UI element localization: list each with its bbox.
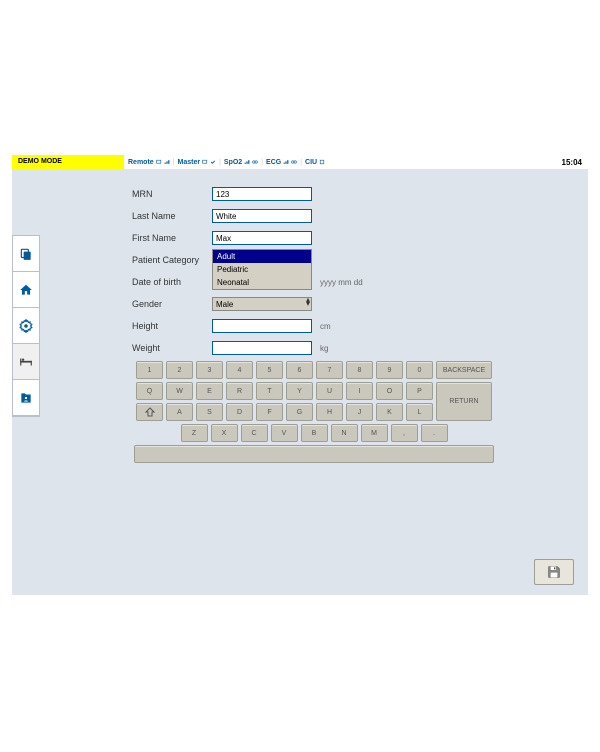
- key-return[interactable]: RETURN: [436, 382, 492, 421]
- key-3[interactable]: 3: [196, 361, 223, 379]
- key-x[interactable]: X: [211, 424, 238, 442]
- key-i[interactable]: I: [346, 382, 373, 400]
- key-w[interactable]: W: [166, 382, 193, 400]
- key-e[interactable]: E: [196, 382, 223, 400]
- key-l[interactable]: L: [406, 403, 433, 421]
- top-bar: DEMO MODE Remote | Master | SpO2 | ECG |…: [12, 155, 588, 169]
- key-y[interactable]: Y: [286, 382, 313, 400]
- mrn-label: MRN: [132, 189, 212, 199]
- key-r[interactable]: R: [226, 382, 253, 400]
- sidebar-home[interactable]: [13, 272, 39, 308]
- key-d[interactable]: D: [226, 403, 253, 421]
- key-8[interactable]: 8: [346, 361, 373, 379]
- key-0[interactable]: 0: [406, 361, 433, 379]
- key-t[interactable]: T: [256, 382, 283, 400]
- key-comma[interactable]: ,: [391, 424, 418, 442]
- sidebar: [12, 235, 40, 417]
- key-m[interactable]: M: [361, 424, 388, 442]
- key-g[interactable]: G: [286, 403, 313, 421]
- status-remote[interactable]: Remote: [128, 159, 170, 166]
- key-2[interactable]: 2: [166, 361, 193, 379]
- key-h[interactable]: H: [316, 403, 343, 421]
- category-option-adult[interactable]: Adult: [213, 250, 311, 263]
- save-icon: [546, 564, 562, 580]
- sidebar-settings[interactable]: [13, 308, 39, 344]
- key-4[interactable]: 4: [226, 361, 253, 379]
- demo-mode-badge: DEMO MODE: [12, 155, 124, 169]
- on-screen-keyboard: 1 2 3 4 5 6 7 8 9 0 BACKSPACE Q W E R T …: [80, 361, 548, 466]
- first-name-input[interactable]: [212, 231, 312, 245]
- chevron-updown-icon: ▴▾: [306, 298, 310, 306]
- mrn-input[interactable]: [212, 187, 312, 201]
- gender-label: Gender: [132, 299, 212, 309]
- last-name-label: Last Name: [132, 211, 212, 221]
- sidebar-bed[interactable]: [13, 344, 39, 380]
- dob-hint: yyyy mm dd: [320, 278, 363, 287]
- height-input[interactable]: [212, 319, 312, 333]
- status-bar: Remote | Master | SpO2 | ECG | CIU: [124, 155, 556, 169]
- weight-unit: kg: [320, 344, 328, 353]
- key-b[interactable]: B: [301, 424, 328, 442]
- key-q[interactable]: Q: [136, 382, 163, 400]
- weight-label: Weight: [132, 343, 212, 353]
- key-period[interactable]: .: [421, 424, 448, 442]
- key-v[interactable]: V: [271, 424, 298, 442]
- dob-label: Date of birth: [132, 277, 212, 287]
- sidebar-patient[interactable]: [13, 380, 39, 416]
- key-z[interactable]: Z: [181, 424, 208, 442]
- gender-select[interactable]: [212, 297, 312, 311]
- height-label: Height: [132, 321, 212, 331]
- first-name-label: First Name: [132, 233, 212, 243]
- key-c[interactable]: C: [241, 424, 268, 442]
- key-shift[interactable]: [136, 403, 163, 421]
- key-7[interactable]: 7: [316, 361, 343, 379]
- key-s[interactable]: S: [196, 403, 223, 421]
- weight-input[interactable]: [212, 341, 312, 355]
- sidebar-copy[interactable]: [13, 236, 39, 272]
- status-ecg[interactable]: ECG: [266, 159, 297, 166]
- key-o[interactable]: O: [376, 382, 403, 400]
- key-backspace[interactable]: BACKSPACE: [436, 361, 492, 379]
- category-option-neonatal[interactable]: Neonatal: [213, 276, 311, 289]
- height-unit: cm: [320, 322, 331, 331]
- key-k[interactable]: K: [376, 403, 403, 421]
- key-f[interactable]: F: [256, 403, 283, 421]
- category-option-pediatric[interactable]: Pediatric: [213, 263, 311, 276]
- key-space[interactable]: [134, 445, 494, 463]
- key-p[interactable]: P: [406, 382, 433, 400]
- app-screen: DEMO MODE Remote | Master | SpO2 | ECG |…: [12, 155, 588, 595]
- category-label: Patient Category: [132, 255, 212, 265]
- key-6[interactable]: 6: [286, 361, 313, 379]
- save-button[interactable]: [534, 559, 574, 585]
- key-5[interactable]: 5: [256, 361, 283, 379]
- status-master[interactable]: Master: [178, 159, 217, 166]
- key-n[interactable]: N: [331, 424, 358, 442]
- status-spo2[interactable]: SpO2: [224, 159, 258, 166]
- key-a[interactable]: A: [166, 403, 193, 421]
- status-ciu[interactable]: CIU: [305, 159, 325, 166]
- last-name-input[interactable]: [212, 209, 312, 223]
- category-dropdown: Adult Pediatric Neonatal: [212, 249, 312, 290]
- key-1[interactable]: 1: [136, 361, 163, 379]
- key-u[interactable]: U: [316, 382, 343, 400]
- clock: 15:04: [556, 155, 588, 169]
- key-9[interactable]: 9: [376, 361, 403, 379]
- key-j[interactable]: J: [346, 403, 373, 421]
